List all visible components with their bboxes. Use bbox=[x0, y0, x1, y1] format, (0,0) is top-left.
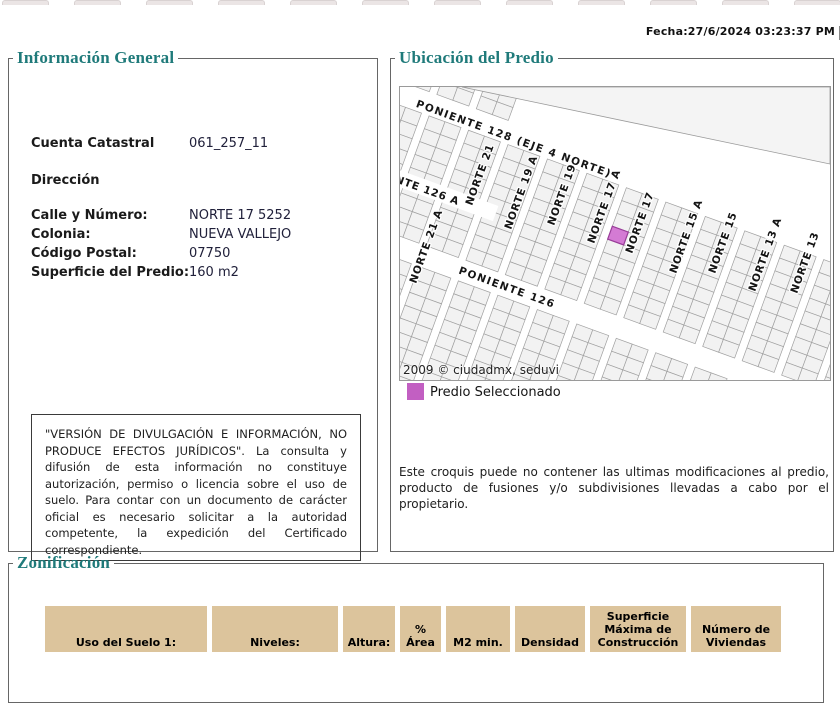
predio-location-fieldset: Ubicación del Predio PONIENTE 128 (EJE 4… bbox=[390, 48, 834, 552]
field-value: 07750 bbox=[189, 246, 230, 261]
top-tab[interactable] bbox=[794, 0, 840, 5]
field-label: Calle y Número: bbox=[31, 208, 148, 223]
zoning-column-header: M2 min. bbox=[446, 606, 510, 652]
top-tab[interactable] bbox=[2, 0, 49, 5]
top-tab[interactable] bbox=[650, 0, 697, 5]
field-value: NORTE 17 5252 bbox=[189, 208, 291, 223]
top-tab[interactable] bbox=[578, 0, 625, 5]
date-text: Fecha:27/6/2024 03:23:37 PM bbox=[646, 25, 835, 38]
field-label: Colonia: bbox=[31, 227, 91, 242]
zoning-column-header: % Área bbox=[400, 606, 441, 652]
map-copyright: 2009 © ciudadmx, seduvi bbox=[403, 363, 559, 377]
field-value: 160 m2 bbox=[189, 265, 239, 280]
top-tab[interactable] bbox=[506, 0, 553, 5]
legal-disclaimer-box: "VERSIÓN DE DIVULGACIÓN E INFORMACIÓN, N… bbox=[31, 414, 361, 561]
predio-location-legend: Ubicación del Predio bbox=[395, 48, 558, 68]
field-label: Superficie del Predio: bbox=[31, 265, 189, 280]
cadastral-map: PONIENTE 128 (EJE 4 NORTE)NTE 126 APONIE… bbox=[399, 86, 831, 381]
field-value: 061_257_11 bbox=[189, 136, 268, 151]
general-info-fieldset: Información General Cuenta Catastral 061_… bbox=[8, 48, 378, 552]
zoning-legend: Zonificación bbox=[13, 553, 114, 573]
top-tab[interactable] bbox=[290, 0, 337, 5]
general-info-legend: Información General bbox=[13, 48, 178, 68]
map-note: Este croquis puede no contener las ultim… bbox=[399, 464, 829, 512]
field-label: Cuenta Catastral bbox=[31, 136, 154, 151]
field-value: NUEVA VALLEJO bbox=[189, 227, 291, 242]
zoning-fieldset: Zonificación Uso del Suelo 1:Niveles:Alt… bbox=[8, 553, 824, 703]
top-tab[interactable] bbox=[74, 0, 121, 5]
selected-parcel-label: Predio Seleccionado bbox=[430, 385, 561, 400]
top-tab[interactable] bbox=[434, 0, 481, 5]
field-label: Código Postal: bbox=[31, 246, 137, 261]
top-tab[interactable] bbox=[722, 0, 769, 5]
top-tab[interactable] bbox=[146, 0, 193, 5]
zoning-column-header: Altura: bbox=[343, 606, 395, 652]
zoning-column-header: Número de Viviendas bbox=[691, 606, 781, 652]
zoning-table-header: Uso del Suelo 1:Niveles:Altura:% ÁreaM2 … bbox=[45, 606, 781, 652]
seduvi-consulta-page: { "header": { "date_text": "Fecha:27/6/2… bbox=[0, 0, 840, 630]
zoning-column-header: Superficie Máxima de Construcción bbox=[590, 606, 686, 652]
top-tab[interactable] bbox=[362, 0, 409, 5]
top-tab[interactable] bbox=[218, 0, 265, 5]
zoning-column-header: Niveles: bbox=[212, 606, 338, 652]
zoning-column-header: Uso del Suelo 1: bbox=[45, 606, 207, 652]
field-label: Dirección bbox=[31, 173, 100, 188]
zoning-column-header: Densidad bbox=[515, 606, 585, 652]
selected-parcel-swatch bbox=[407, 383, 424, 400]
